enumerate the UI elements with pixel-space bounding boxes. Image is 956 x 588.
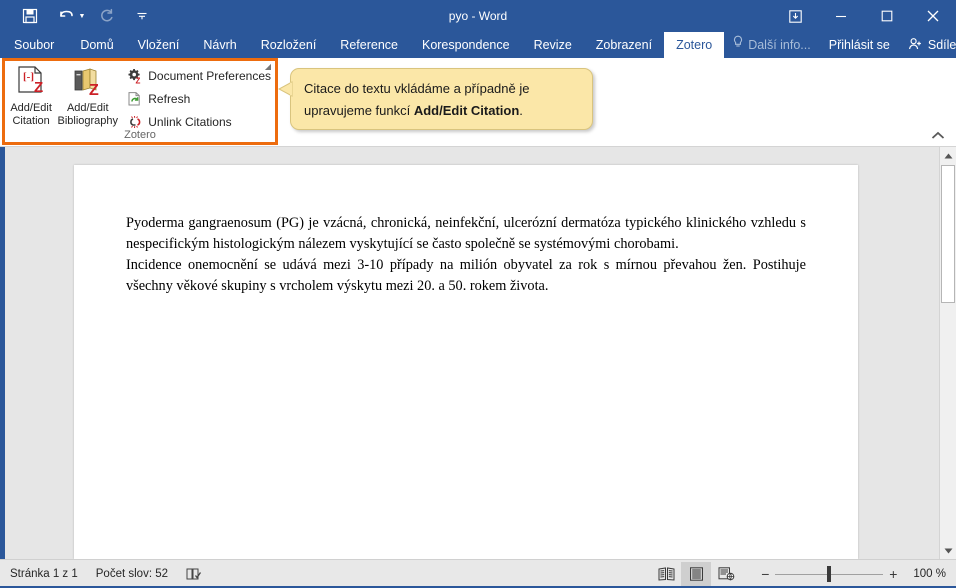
document-paragraph-1: Pyoderma gangraenosum (PG) je vzácná, ch… [126, 215, 806, 252]
person-share-icon [908, 37, 923, 54]
tab-korespondence[interactable]: Korespondence [410, 32, 522, 58]
tab-soubor[interactable]: Soubor [0, 32, 68, 58]
zoom-slider[interactable] [775, 563, 884, 585]
status-bar: Stránka 1 z 1 Počet slov: 52 − + 100 % [0, 559, 956, 588]
callout-text-after: . [519, 103, 523, 118]
tab-revize[interactable]: Revize [522, 32, 584, 58]
ribbon-tab-strip: Soubor Domů Vložení Návrh Rozložení Refe… [0, 32, 956, 58]
zoom-slider-thumb[interactable] [827, 566, 832, 582]
tab-reference[interactable]: Reference [328, 32, 410, 58]
zoom-level-label[interactable]: 100 % [913, 568, 946, 580]
share-button[interactable]: Sdílet [900, 32, 956, 58]
sign-in-button[interactable]: Přihlásit se [819, 32, 900, 58]
add-edit-citation-label-line1: Add/Edit [10, 102, 52, 114]
callout-text-bold: Add/Edit Citation [413, 103, 520, 118]
zoom-in-button[interactable]: + [883, 563, 903, 585]
window-controls [772, 0, 956, 32]
page-indicator[interactable]: Stránka 1 z 1 [10, 568, 78, 580]
tab-zobrazeni[interactable]: Zobrazení [584, 32, 664, 58]
svg-text:Z: Z [89, 82, 99, 99]
share-label: Sdílet [927, 38, 956, 52]
read-mode-icon[interactable] [651, 562, 681, 586]
document-preferences-label: Document Preferences [148, 69, 271, 83]
undo-dropdown-icon[interactable]: ▼ [76, 3, 88, 29]
zoom-control: − + 100 % [755, 563, 946, 585]
print-layout-icon[interactable] [681, 562, 712, 586]
instruction-callout: Citace do textu vkládáme a případně je u… [278, 68, 593, 130]
tell-me-box[interactable]: Další info... [724, 32, 819, 58]
lightbulb-icon [732, 32, 744, 58]
add-edit-bibliography-label-line2: Bibliography [57, 115, 119, 127]
unlink-citations-label: Unlink Citations [148, 115, 232, 129]
ribbon-display-options-icon[interactable] [772, 0, 818, 32]
document-workspace: Pyoderma gangraenosum (PG) je vzácná, ch… [0, 147, 956, 559]
vertical-scrollbar[interactable] [939, 147, 956, 559]
tell-me-label: Další info... [748, 38, 811, 52]
left-accent-bar [0, 147, 5, 559]
quick-access-toolbar: ▼ [0, 0, 160, 32]
books-z-icon: Z [71, 64, 105, 100]
add-edit-citation-label-line2: Citation [12, 115, 50, 127]
redo-icon[interactable] [88, 3, 124, 29]
refresh-icon [126, 91, 143, 108]
close-icon[interactable] [910, 0, 956, 32]
document-preferences-button[interactable]: Z Document Preferences [122, 65, 275, 87]
svg-text:Z: Z [34, 79, 43, 96]
save-icon[interactable] [12, 3, 48, 29]
tab-navrh[interactable]: Návrh [191, 32, 248, 58]
zoom-out-button[interactable]: − [755, 563, 775, 585]
customize-qat-icon[interactable] [124, 3, 160, 29]
word-window: ▼ pyo - Word Soubor Domů Vložení Návrh R… [0, 0, 956, 588]
collapse-ribbon-button[interactable] [928, 126, 948, 144]
svg-text:[-]: [-] [23, 71, 34, 83]
refresh-button[interactable]: Refresh [122, 88, 275, 110]
callout-text: Citace do textu vkládáme a případně je u… [291, 69, 592, 122]
scroll-up-icon[interactable] [940, 147, 956, 164]
document-paragraph-2: Incidence onemocnění se udává mezi 3-10 … [126, 257, 806, 294]
tab-domu[interactable]: Domů [68, 32, 125, 58]
document-page[interactable]: Pyoderma gangraenosum (PG) je vzácná, ch… [74, 165, 858, 559]
title-bar: ▼ pyo - Word [0, 0, 956, 32]
proofing-icon[interactable] [186, 567, 202, 581]
word-count[interactable]: Počet slov: 52 [96, 568, 168, 580]
tab-vlozeni[interactable]: Vložení [126, 32, 192, 58]
dialog-launcher-icon[interactable]: ◢ [263, 62, 273, 72]
svg-text:Z: Z [135, 77, 140, 85]
unlink-icon [126, 114, 143, 131]
scroll-down-icon[interactable] [940, 542, 956, 559]
tab-rozlozeni[interactable]: Rozložení [249, 32, 329, 58]
zotero-group-title: Zotero [124, 129, 156, 141]
scroll-thumb[interactable] [941, 165, 955, 303]
document-body[interactable]: Pyoderma gangraenosum (PG) je vzácná, ch… [74, 165, 858, 297]
web-layout-icon[interactable] [711, 562, 741, 586]
add-edit-bibliography-label-line1: Add/Edit [66, 102, 109, 114]
document-citation-z-icon: [-] Z [15, 64, 47, 100]
zotero-ribbon-group: [-] Z Add/Edit Citation Z Add/Edit Bibli… [2, 58, 278, 145]
gear-z-icon: Z [126, 68, 143, 85]
callout-tail [278, 81, 293, 101]
restore-icon[interactable] [864, 0, 910, 32]
refresh-label: Refresh [148, 92, 191, 106]
tab-strip-right-actions: Další info... Přihlásit se Sdílet [724, 32, 956, 58]
tab-zotero[interactable]: Zotero [664, 32, 725, 58]
minimize-icon[interactable] [818, 0, 864, 32]
